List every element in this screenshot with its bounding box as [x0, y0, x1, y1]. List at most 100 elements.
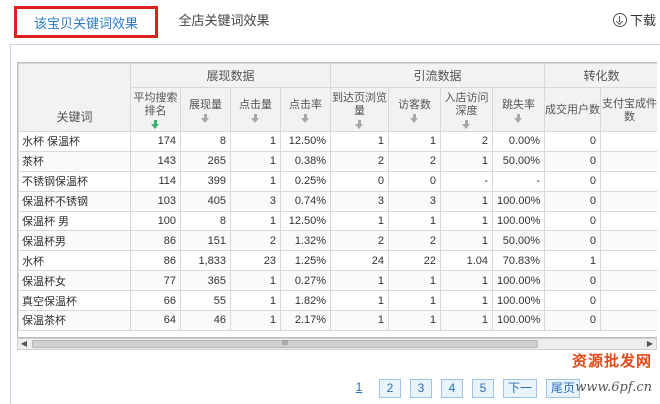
table-cell: - [492, 170, 546, 192]
keyword-cell: 真空保温杯 [18, 290, 131, 312]
table-cell: 1.04 [440, 250, 494, 272]
table-cell: 1 [330, 310, 390, 331]
table-cell: 3 [388, 190, 442, 212]
sort-down-icon[interactable] [201, 113, 210, 123]
keyword-column-header: 关键词 [18, 63, 131, 132]
table-cell: 0 [544, 131, 602, 152]
table-cell: 1 [440, 270, 494, 292]
column-header-avg-rank[interactable]: 平均搜索排名 [130, 87, 181, 132]
table-cell: 0 [388, 170, 442, 192]
column-header-buyers[interactable]: 成交用户数 [544, 87, 602, 132]
column-label: 成交用户数 [545, 104, 601, 116]
table-cell: 1 [330, 270, 390, 292]
table-cell: 1 [230, 131, 281, 152]
table-cell: 86 [130, 250, 181, 272]
sort-down-icon[interactable] [251, 113, 260, 123]
sort-down-icon[interactable] [514, 113, 523, 123]
keyword-cell: 保温杯男 [18, 230, 131, 252]
tab-store-keyword-effect[interactable]: 全店关键词效果 [168, 6, 280, 38]
sort-down-icon[interactable] [355, 120, 364, 129]
table-cell: 3 [330, 190, 390, 212]
table-cell: 2 [330, 230, 390, 252]
column-label: 到达页浏览量 [332, 92, 388, 117]
table-cell [600, 210, 657, 232]
table-cell: 2.17% [279, 310, 332, 331]
table-row: 水杯 保温杯 174 8 1 12.50% 1 1 2 0.00% 0 [18, 131, 657, 152]
table-cell: 1 [230, 150, 281, 172]
column-label: 访客数 [398, 98, 432, 111]
table-cell [600, 270, 657, 292]
table-cell: 1 [230, 210, 281, 232]
table-cell: 70.83% [492, 250, 546, 272]
column-label: 点击量 [239, 98, 272, 111]
watermark-url: www.6pf.cn [575, 380, 652, 395]
sort-down-icon[interactable] [462, 120, 471, 129]
table-row: 真空保温杯 66 55 1 1.82% 1 1 1 100.00% 0 [18, 290, 657, 312]
sort-down-icon[interactable] [151, 120, 160, 129]
table-cell: 399 [180, 170, 231, 192]
column-header-ctr[interactable]: 点击率 [279, 87, 332, 132]
keyword-table: 关键词 展现数据 引流数据 转化数 平均搜索排名 展现量 点击量 点击率 到达页… [18, 63, 657, 331]
page-3-button[interactable]: 3 [410, 379, 432, 398]
table-cell [600, 150, 657, 172]
table-cell: 1 [440, 310, 494, 331]
table-cell: 1 [230, 310, 281, 331]
table-cell: 1 [230, 290, 281, 312]
table-cell: 1 [440, 210, 494, 232]
table-cell: 23 [230, 250, 281, 272]
table-cell: 100.00% [492, 310, 546, 331]
sort-down-icon[interactable] [301, 113, 310, 123]
table-cell: 55 [180, 290, 231, 312]
table-cell: 46 [180, 310, 231, 331]
table-cell: 1 [544, 250, 602, 272]
table-cell: 100 [130, 210, 181, 232]
column-header-bounce-rate[interactable]: 跳失率 [492, 87, 546, 132]
table-row: 保温杯 男 100 8 1 12.50% 1 1 1 100.00% 0 [18, 210, 657, 232]
download-button[interactable]: 下载 [612, 10, 656, 29]
table-cell: 1 [230, 270, 281, 292]
table-cell: 0 [544, 270, 602, 292]
table-cell: 2 [440, 131, 494, 152]
table-cell [600, 170, 657, 192]
table-cell: 77 [130, 270, 181, 292]
group-header-conversion: 转化数 [544, 63, 657, 88]
column-header-impressions[interactable]: 展现量 [180, 87, 231, 132]
sort-down-icon[interactable] [410, 113, 419, 123]
page-2-button[interactable]: 2 [379, 379, 401, 398]
table-cell: 100.00% [492, 290, 546, 312]
page-5-button[interactable]: 5 [472, 379, 494, 398]
table-cell: 1 [440, 230, 494, 252]
table-row: 水杯 86 1,833 23 1.25% 24 22 1.04 70.83% 1 [18, 250, 657, 272]
watermark-text: 资源批发网 [571, 352, 652, 370]
table-cell [600, 131, 657, 152]
download-label: 下载 [629, 13, 656, 28]
group-header-traffic: 引流数据 [330, 63, 546, 88]
column-header-alipay-items[interactable]: 支付宝成件数 [600, 87, 657, 132]
table-cell: 0 [544, 150, 602, 172]
table-cell: 0.27% [279, 270, 332, 292]
table-cell: 151 [180, 230, 231, 252]
table-cell [600, 310, 657, 331]
scroll-left-icon[interactable]: ◀ [18, 339, 30, 349]
table-cell: 1.25% [279, 250, 332, 272]
column-label: 展现量 [189, 98, 222, 111]
table-cell: 0 [544, 190, 602, 212]
table-cell: 1 [388, 210, 442, 232]
table-row: 保温杯不锈钢 103 405 3 0.74% 3 3 1 100.00% 0 [18, 190, 657, 212]
table-cell: 405 [180, 190, 231, 212]
scrollbar-thumb[interactable]: III [32, 340, 538, 348]
keyword-cell: 水杯 保温杯 [18, 131, 131, 152]
page-4-button[interactable]: 4 [441, 379, 463, 398]
table-cell: 1 [388, 290, 442, 312]
column-header-visit-depth[interactable]: 入店访问深度 [440, 87, 494, 132]
column-header-landing-pv[interactable]: 到达页浏览量 [330, 87, 390, 132]
keyword-cell: 不锈钢保温杯 [18, 170, 131, 192]
keyword-cell: 水杯 [18, 250, 131, 272]
table-cell: 1.32% [279, 230, 332, 252]
table-cell: 0.00% [492, 131, 546, 152]
page-1-link[interactable]: 1 [348, 379, 370, 398]
column-header-visitors[interactable]: 访客数 [388, 87, 442, 132]
table-cell: 0.74% [279, 190, 332, 212]
column-header-clicks[interactable]: 点击量 [230, 87, 281, 132]
tab-item-keyword-effect[interactable]: 该宝贝关键词效果 [14, 6, 158, 38]
